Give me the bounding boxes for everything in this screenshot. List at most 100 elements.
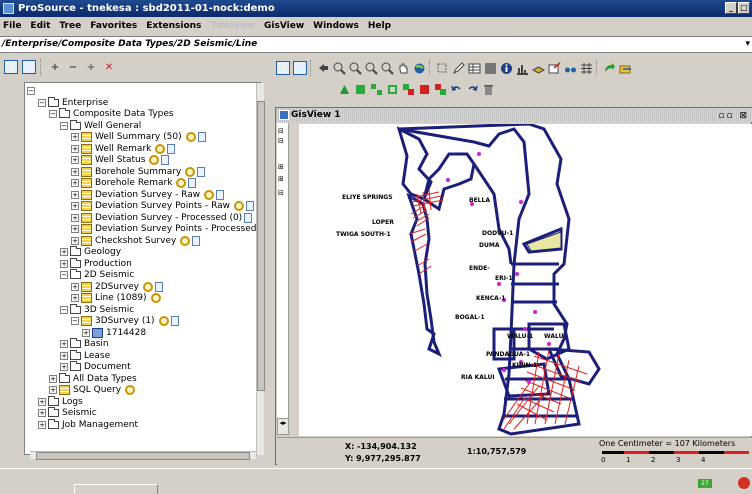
tree-node[interactable]: − Composite Data Types <box>49 108 174 120</box>
path-field[interactable]: /Enterprise/Composite Data Types/2D Seis… <box>0 36 752 53</box>
menu-help[interactable]: Help <box>368 21 391 31</box>
expand-toggle-icon[interactable]: + <box>71 190 79 199</box>
expand-toggle-icon[interactable]: + <box>71 156 79 164</box>
query-magnifier-icon[interactable] <box>204 189 215 200</box>
query-magnifier-icon[interactable] <box>150 293 161 303</box>
expand-toggle-icon[interactable]: + <box>71 236 79 245</box>
add-related-icon[interactable]: + <box>84 60 98 74</box>
tree-node[interactable]: − <box>27 85 37 97</box>
tree-node[interactable]: + Logs <box>38 395 83 408</box>
query-magnifier-icon[interactable] <box>185 132 196 142</box>
expand-toggle-icon[interactable]: + <box>82 328 90 337</box>
tree-horizontal-scrollbar[interactable] <box>30 451 256 460</box>
expand-toggle-icon[interactable]: + <box>71 294 79 302</box>
query-magnifier-icon[interactable] <box>158 316 169 326</box>
tree-node[interactable]: − Well General <box>60 119 141 132</box>
grid-list-icon[interactable] <box>580 62 593 75</box>
menu-file[interactable]: File <box>3 21 21 31</box>
tree-node[interactable]: + Lease <box>60 349 110 362</box>
legend-expand-icon[interactable]: ⊞ <box>278 175 284 183</box>
collapse-toggle-icon[interactable]: − <box>49 110 57 118</box>
map-svg[interactable] <box>299 124 752 436</box>
tree-node[interactable]: − Enterprise <box>38 96 108 109</box>
legend-expand-icon[interactable]: ⊞ <box>278 163 284 171</box>
collapse-toggle-icon[interactable]: − <box>71 317 79 325</box>
tree-node[interactable]: + Borehole Summary <box>71 166 206 178</box>
menu-extensions[interactable]: Extensions <box>146 21 201 31</box>
grid-icon[interactable] <box>484 62 497 75</box>
document-icon[interactable] <box>244 212 253 223</box>
tree-node[interactable]: − 3DSurvey (1) <box>71 315 179 327</box>
query-magnifier-icon[interactable] <box>176 178 187 188</box>
tree-node[interactable]: + All Data Types <box>49 372 137 385</box>
pan-hand-icon[interactable] <box>397 62 410 75</box>
tree-node[interactable]: + Deviation Survey - Raw <box>71 189 225 201</box>
tree-node[interactable]: + Geology <box>60 246 121 258</box>
maximize-button[interactable]: □ <box>738 2 750 14</box>
legend-expand-icon[interactable]: ⊟ <box>278 189 284 197</box>
collapse-minus-icon[interactable]: − <box>66 60 80 74</box>
info-icon[interactable] <box>500 62 513 75</box>
tree-node[interactable]: − 2D Seismic <box>60 269 134 281</box>
tree-node[interactable]: + Borehole Remark <box>71 177 197 189</box>
square-tool-icon[interactable] <box>354 83 367 96</box>
zoom-out-icon[interactable] <box>349 62 362 75</box>
expand-toggle-icon[interactable]: + <box>49 386 57 394</box>
collapse-toggle-icon[interactable]: − <box>60 305 68 314</box>
window-icon[interactable] <box>293 61 307 75</box>
query-magnifier-icon[interactable] <box>155 143 166 154</box>
tree-node[interactable]: + Deviation Survey - Processed (0) <box>71 212 253 224</box>
legend-expand-icon[interactable]: ⊟ <box>278 127 284 135</box>
tree-node[interactable]: − 3D Seismic <box>60 303 134 316</box>
select-feature-icon[interactable] <box>436 62 449 75</box>
table-icon[interactable] <box>468 62 481 75</box>
expand-toggle-icon[interactable]: + <box>38 397 46 406</box>
tree-node[interactable]: + Document <box>60 361 131 373</box>
query-magnifier-icon[interactable] <box>234 201 245 211</box>
export-icon[interactable] <box>548 61 561 75</box>
folder-export-icon[interactable] <box>619 62 632 75</box>
zoom-in-icon[interactable] <box>333 62 346 75</box>
expand-toggle-icon[interactable]: + <box>71 144 79 153</box>
map-canvas[interactable]: ELIYE SPRINGS LOPER TWIGA SOUTH-1 BELLA … <box>299 124 752 436</box>
tree-node[interactable]: + Checkshot Survey <box>71 235 201 247</box>
document-icon[interactable] <box>154 281 163 292</box>
document-icon[interactable] <box>216 189 225 200</box>
tree-node[interactable]: + Well Status <box>71 154 170 166</box>
expand-toggle-icon[interactable]: + <box>60 259 68 268</box>
query-magnifier-icon[interactable] <box>125 385 136 395</box>
expand-toggle-icon[interactable]: + <box>60 363 68 371</box>
tree-vertical-scrollbar[interactable] <box>256 83 265 455</box>
trash-icon[interactable] <box>482 83 495 96</box>
query-magnifier-icon[interactable] <box>180 235 191 246</box>
collapse-toggle-icon[interactable]: − <box>60 121 68 130</box>
legend-expand-icon[interactable]: ⊟ <box>278 137 284 145</box>
tree-view[interactable]: − − Enterprise − Composite Data Types − Well G… <box>24 82 261 455</box>
chevron-down-icon[interactable]: ▾ <box>745 37 750 52</box>
expand-toggle-icon[interactable]: + <box>38 420 46 429</box>
menu-tree[interactable]: Tree <box>59 21 81 31</box>
expand-toggle-icon[interactable]: + <box>49 374 57 383</box>
menu-favorites[interactable]: Favorites <box>90 21 137 31</box>
layer-icon[interactable] <box>532 62 545 75</box>
tree-node[interactable]: + Well Summary (50) <box>71 131 206 143</box>
query-magnifier-icon[interactable] <box>149 155 160 165</box>
collapse-toggle-icon[interactable]: − <box>38 98 46 107</box>
expand-toggle-icon[interactable]: + <box>38 409 46 417</box>
pencil-icon[interactable] <box>452 61 465 75</box>
scrollbar-thumb[interactable] <box>36 452 250 460</box>
error-icon[interactable] <box>738 477 750 489</box>
query-magnifier-icon[interactable] <box>142 281 153 292</box>
window-icon[interactable] <box>276 61 290 75</box>
expand-toggle-icon[interactable]: + <box>60 340 68 348</box>
zoom-previous-icon[interactable] <box>381 62 394 75</box>
binoculars-icon[interactable] <box>564 62 577 75</box>
menu-gisview[interactable]: GisView <box>264 21 304 31</box>
chart-icon[interactable] <box>516 62 529 75</box>
window-icon[interactable] <box>4 60 18 74</box>
layer-legend-strip[interactable]: ⊟ ⊟ ⊞ ⊞ ⊟ <box>277 123 289 435</box>
document-icon[interactable] <box>246 201 255 211</box>
tree-node[interactable]: + Job Management <box>38 418 138 431</box>
tree-node[interactable]: + Seismic <box>38 407 97 419</box>
green-red-icon[interactable] <box>434 83 447 96</box>
